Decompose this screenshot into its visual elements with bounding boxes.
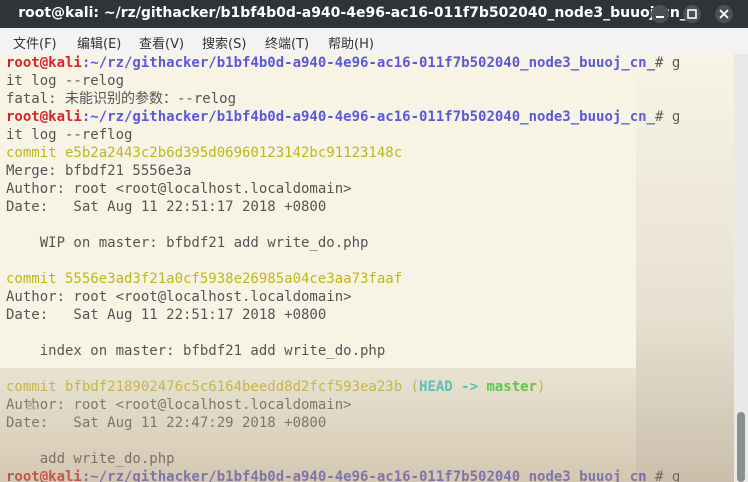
- prompt-user: root@kali: [6, 109, 82, 125]
- close-icon: [719, 9, 729, 19]
- prompt-line: root@kali:~/rz/githacker/b1bf4b0d-a940-4…: [6, 108, 680, 126]
- minimize-button[interactable]: [651, 5, 669, 23]
- ref-close: ): [537, 379, 546, 395]
- output-line: it log --relog: [6, 73, 125, 89]
- commit-line: commit bfbdf218902476c5c6164beedd8d2fcf5…: [6, 378, 545, 396]
- output-line: it log --reflog: [6, 127, 133, 143]
- output-line: Author: root <root@localhost.localdomain…: [6, 289, 352, 305]
- error-line: fatal: 未能识别的参数：--relog: [6, 91, 237, 107]
- output-line: Merge: bfbdf21 5556e3a: [6, 163, 192, 179]
- output-line: add write_do.php: [6, 451, 175, 467]
- commit-hash: commit bfbdf218902476c5c6164beedd8d2fcf5…: [6, 379, 403, 395]
- menu-view[interactable]: 查看(V): [139, 33, 184, 52]
- prompt-symbol: # g: [655, 55, 681, 71]
- terminal-window: root@kali: ~/rz/githacker/b1bf4b0d-a940-…: [0, 0, 748, 482]
- prompt-symbol: # g: [655, 109, 681, 125]
- prompt-line: root@kali:~/rz/githacker/b1bf4b0d-a940-4…: [6, 54, 680, 72]
- menu-help[interactable]: 帮助(H): [328, 33, 374, 52]
- output-line: Date: Sat Aug 11 22:51:17 2018 +0800: [6, 199, 327, 215]
- prompt-user: root@kali: [6, 55, 82, 71]
- window-title: root@kali: ~/rz/githacker/b1bf4b0d-a940-…: [18, 5, 687, 21]
- menu-terminal[interactable]: 终端(T): [265, 33, 309, 52]
- maximize-icon: [687, 9, 697, 19]
- maximize-button[interactable]: [683, 5, 701, 23]
- prompt-path: :~/rz/githacker/b1bf4b0d-a940-4e96-ac16-…: [81, 469, 656, 482]
- output-line: index on master: bfbdf21 add write_do.ph…: [6, 343, 386, 359]
- output-line: Author: root <root@localhost.localdomain…: [6, 397, 352, 413]
- title-bar[interactable]: root@kali: ~/rz/githacker/b1bf4b0d-a940-…: [0, 0, 748, 28]
- output-line: WIP on master: bfbdf21 add write_do.php: [6, 235, 369, 251]
- output-line: Date: Sat Aug 11 22:51:17 2018 +0800: [6, 307, 327, 323]
- ref-open: (: [402, 379, 420, 395]
- prompt-user: root@kali: [6, 469, 82, 482]
- menu-edit[interactable]: 编辑(E): [77, 33, 121, 52]
- prompt-path: :~/rz/githacker/b1bf4b0d-a940-4e96-ac16-…: [81, 55, 656, 71]
- menu-file[interactable]: 文件(F): [13, 33, 57, 52]
- terminal-output[interactable]: root@kali:~/rz/githacker/b1bf4b0d-a940-4…: [0, 54, 734, 482]
- minimize-icon: [656, 16, 664, 18]
- menu-search[interactable]: 搜索(S): [202, 33, 246, 52]
- menu-bar: 文件(F) 编辑(E) 查看(V) 搜索(S) 终端(T) 帮助(H): [0, 28, 748, 55]
- commit-line: commit 5556e3ad3f21a0cf5938e26985a04ce3a…: [6, 271, 403, 287]
- output-line: Author: root <root@localhost.localdomain…: [6, 181, 352, 197]
- prompt-line: root@kali:~/rz/githacker/b1bf4b0d-a940-4…: [6, 468, 680, 482]
- close-button[interactable]: [715, 5, 733, 23]
- prompt-symbol: # g: [655, 469, 681, 482]
- commit-line: commit e5b2a2443c2b6d395d06960123142bc91…: [6, 145, 403, 161]
- scrollbar-thumb[interactable]: [737, 412, 745, 482]
- branch-ref: master: [486, 379, 538, 395]
- scrollbar[interactable]: [734, 54, 748, 482]
- head-ref: HEAD ->: [419, 379, 487, 395]
- prompt-path: :~/rz/githacker/b1bf4b0d-a940-4e96-ac16-…: [81, 109, 656, 125]
- output-line: Date: Sat Aug 11 22:47:29 2018 +0800: [6, 415, 327, 431]
- text-cursor-icon: [26, 400, 36, 410]
